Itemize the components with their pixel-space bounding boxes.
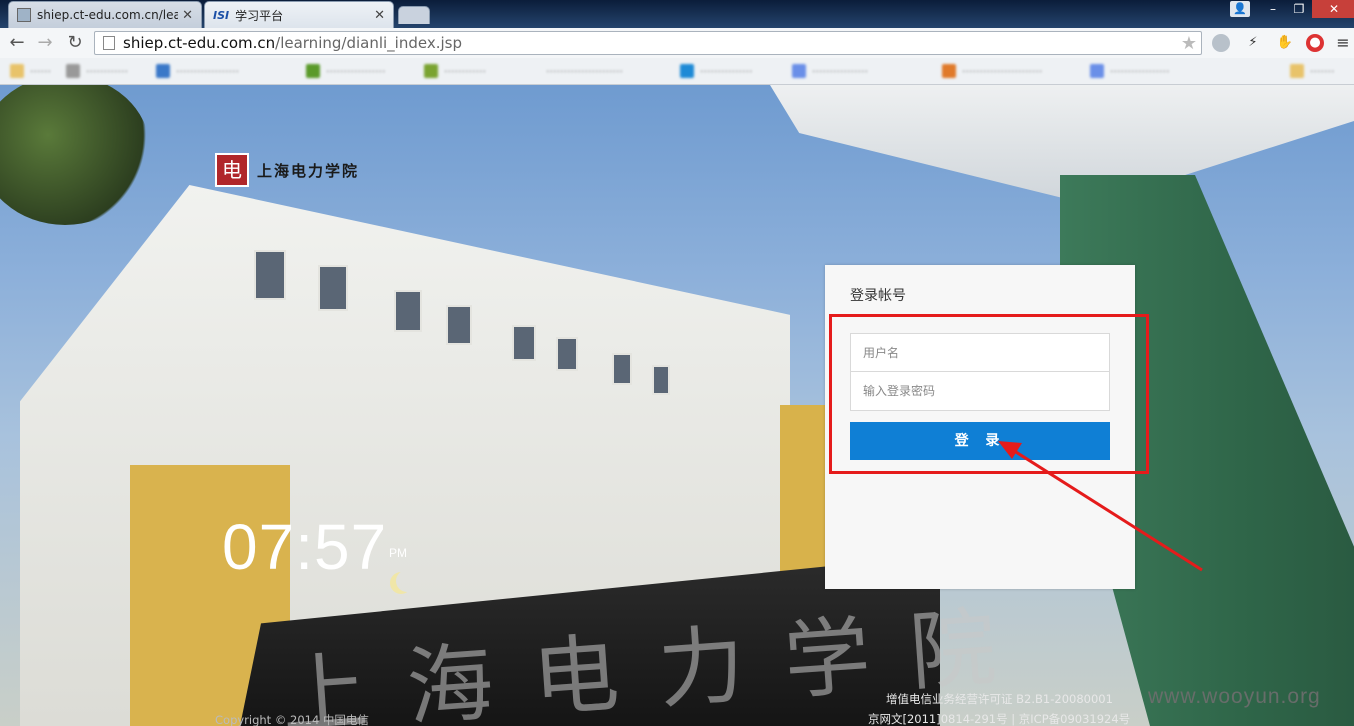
background-tree bbox=[0, 85, 150, 225]
tab-learning-platform[interactable]: ISI 学习平台 ✕ bbox=[204, 1, 394, 28]
bookmark-item[interactable]: ················· bbox=[1090, 63, 1169, 79]
close-window-icon[interactable]: ✕ bbox=[1312, 0, 1354, 18]
extension-icon[interactable]: ✋ bbox=[1276, 34, 1294, 52]
bookmark-item[interactable]: ······················ bbox=[546, 63, 623, 79]
extension-icon[interactable]: ⚡ bbox=[1244, 34, 1262, 52]
bookmark-item[interactable]: ······· bbox=[1290, 63, 1334, 79]
adblock-icon[interactable]: ● bbox=[1306, 34, 1324, 52]
bookmark-item[interactable]: ············ bbox=[424, 63, 486, 79]
clock-ampm: PM bbox=[389, 546, 407, 560]
clock: 07:57 PM bbox=[222, 510, 407, 584]
bookmark-item[interactable]: ··············· bbox=[680, 63, 752, 79]
building-window bbox=[652, 365, 670, 395]
building-window bbox=[394, 290, 422, 332]
footer-license: 增值电信业务经营许可证 B2.B1-20080001 bbox=[886, 692, 1113, 706]
minimize-icon[interactable]: – bbox=[1260, 0, 1286, 18]
tab-shiep[interactable]: shiep.ct-edu.com.cn/learn ✕ bbox=[8, 1, 202, 28]
bookmark-item[interactable]: ············ bbox=[66, 63, 128, 79]
moon-icon bbox=[390, 572, 412, 594]
bookmark-item[interactable]: ················· bbox=[306, 63, 385, 79]
footer-copyright: Copyright © 2014 中国电信 bbox=[215, 713, 369, 726]
school-logo: 电 上海电力学院 bbox=[215, 153, 359, 187]
watermark: www.wooyun.org bbox=[1148, 685, 1321, 708]
new-tab-button[interactable] bbox=[398, 6, 430, 24]
login-title: 登录帐号 bbox=[850, 288, 906, 304]
arrow-left-icon[interactable]: ← bbox=[6, 32, 28, 54]
hamburger-menu-icon[interactable]: ≡ bbox=[1334, 34, 1352, 52]
footer-icp: 京网文[2011]0814-291号 | 京ICP备09031924号 bbox=[868, 712, 1131, 726]
tab-title: 学习平台 bbox=[235, 8, 284, 23]
building-window bbox=[612, 353, 632, 385]
building-window bbox=[446, 305, 472, 345]
url-text[interactable]: shiep.ct-edu.com.cn/learning/dianli_inde… bbox=[123, 34, 1181, 52]
bookmark-item[interactable]: ·················· bbox=[156, 63, 239, 79]
school-name: 上海电力学院 bbox=[257, 161, 360, 180]
restore-icon[interactable]: ❐ bbox=[1286, 0, 1312, 18]
star-icon[interactable]: ★ bbox=[1181, 33, 1197, 54]
favicon-icon bbox=[17, 8, 31, 22]
tab-title: shiep.ct-edu.com.cn/learn bbox=[37, 8, 179, 22]
browser-titlebar: shiep.ct-edu.com.cn/learn ✕ ISI 学习平台 ✕ 👤… bbox=[0, 0, 1354, 28]
building-window bbox=[556, 337, 578, 371]
window-controls: – ❐ ✕ bbox=[1260, 0, 1354, 18]
arrow-right-icon[interactable]: → bbox=[34, 32, 56, 54]
bookmarks-bar: ······ ············ ·················· ·… bbox=[0, 58, 1354, 85]
globe-icon[interactable] bbox=[1212, 34, 1230, 52]
bookmark-item[interactable]: ······ bbox=[10, 63, 51, 79]
close-tab-icon[interactable]: ✕ bbox=[182, 8, 193, 23]
page-icon bbox=[103, 36, 115, 50]
bookmark-item[interactable]: ······················· bbox=[942, 63, 1042, 79]
login-page: 上海电力学院 电 上海电力学院 07:57 PM 登录帐号 登 录 增值电信业务… bbox=[0, 85, 1354, 726]
clock-time: 07:57 bbox=[222, 511, 388, 583]
bookmark-item[interactable]: ················ bbox=[792, 63, 868, 79]
reload-icon[interactable]: ↻ bbox=[64, 32, 86, 54]
user-profile-icon[interactable]: 👤 bbox=[1230, 1, 1250, 17]
browser-toolbar: ← → ↻ shiep.ct-edu.com.cn/learning/dianl… bbox=[0, 28, 1354, 59]
building-window bbox=[318, 265, 348, 311]
address-bar[interactable]: shiep.ct-edu.com.cn/learning/dianli_inde… bbox=[94, 31, 1202, 55]
favicon-icon: ISI bbox=[213, 8, 230, 22]
close-tab-icon[interactable]: ✕ bbox=[374, 8, 385, 23]
building-window bbox=[512, 325, 536, 361]
annotation-arrow bbox=[998, 441, 1203, 572]
building-window bbox=[254, 250, 286, 300]
school-seal-icon: 电 bbox=[215, 153, 249, 187]
